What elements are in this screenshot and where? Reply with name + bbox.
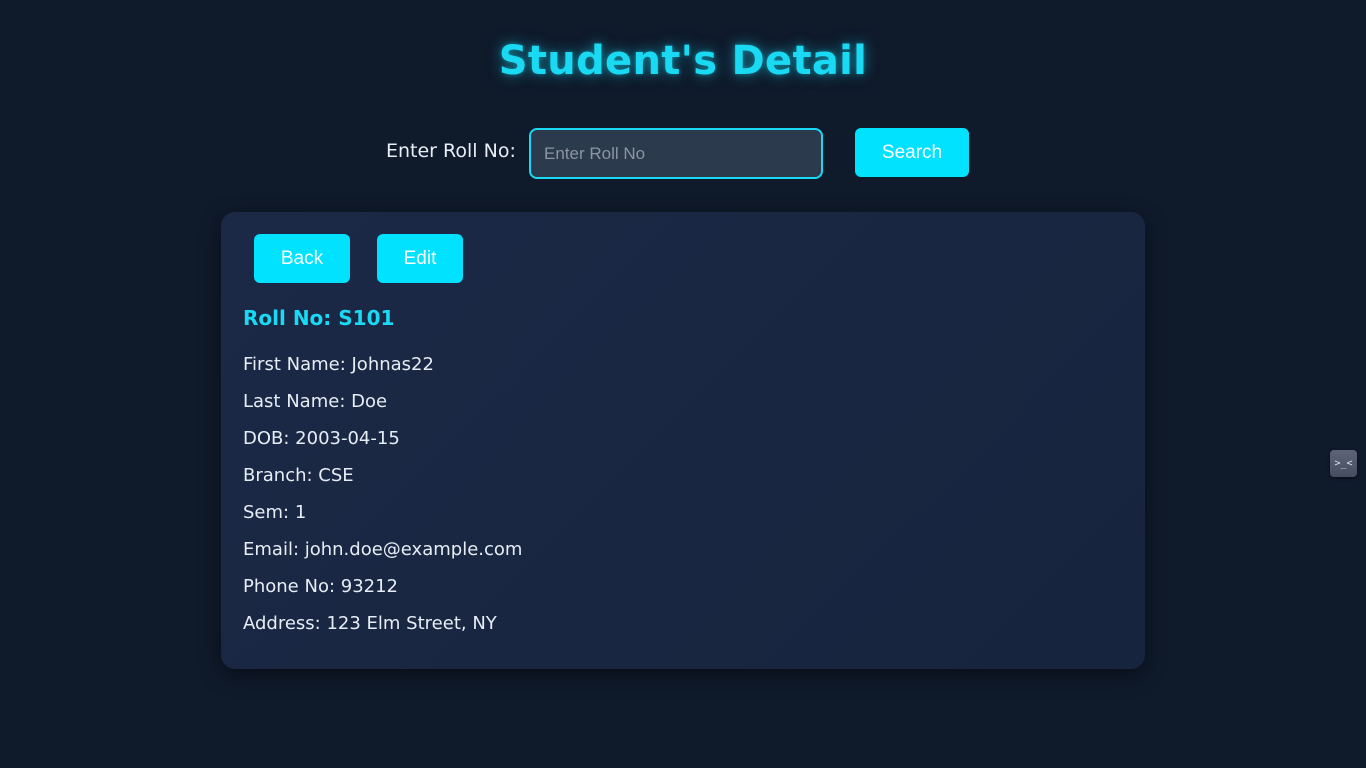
last-name-field: Last Name: Doe <box>243 391 388 412</box>
roll-no-label: Enter Roll No: <box>386 140 516 162</box>
detail-list: First Name: Johnas22 Last Name: Doe DOB:… <box>243 352 522 648</box>
branch-field: Branch: CSE <box>243 465 354 486</box>
dob-field: DOB: 2003-04-15 <box>243 428 400 449</box>
first-name-field: First Name: Johnas22 <box>243 354 434 375</box>
roll-no-heading: Roll No: S101 <box>243 306 395 330</box>
edit-button[interactable]: Edit <box>377 234 463 283</box>
extension-face-icon[interactable]: >_< <box>1330 450 1357 477</box>
back-button[interactable]: Back <box>254 234 350 283</box>
phone-field: Phone No: 93212 <box>243 576 399 597</box>
page-title: Student's Detail <box>498 38 868 84</box>
address-field: Address: 123 Elm Street, NY <box>243 613 497 634</box>
sem-field: Sem: 1 <box>243 502 307 523</box>
email-field: Email: john.doe@example.com <box>243 539 523 560</box>
roll-no-input[interactable] <box>529 128 823 179</box>
search-bar: Enter Roll No: Search <box>0 128 1366 179</box>
student-detail-card: Back Edit Roll No: S101 First Name: John… <box>221 212 1145 669</box>
search-button[interactable]: Search <box>855 128 969 177</box>
